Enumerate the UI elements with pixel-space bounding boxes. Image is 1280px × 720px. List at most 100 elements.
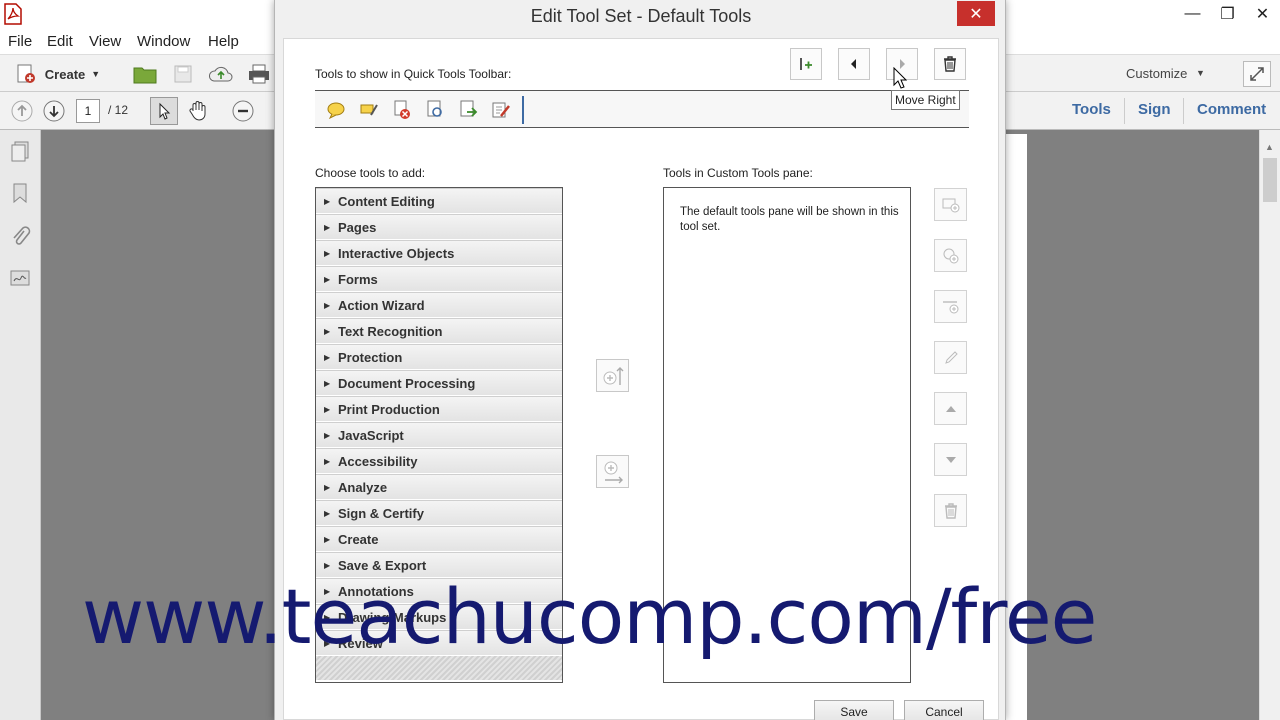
arrow-up-icon: [945, 405, 956, 412]
print-icon[interactable]: [245, 61, 273, 87]
menu-window[interactable]: Window: [137, 33, 190, 50]
category-sign-certify[interactable]: ▶ Sign & Certify: [316, 500, 562, 526]
tab-sign[interactable]: Sign: [1138, 101, 1171, 118]
bookmarks-icon[interactable]: [9, 182, 31, 204]
save-disk-icon[interactable]: [170, 61, 196, 87]
dialog-close-button[interactable]: ✕: [957, 1, 995, 26]
edit-text-icon[interactable]: [490, 100, 512, 120]
attachments-icon[interactable]: [9, 224, 31, 248]
scroll-up-icon[interactable]: ▲: [1265, 142, 1274, 152]
arrow-down-icon: [945, 456, 956, 463]
delete-quick-tool-button[interactable]: [934, 48, 966, 80]
customize-menu[interactable]: Customize: [1126, 66, 1187, 81]
category-pages[interactable]: ▶ Pages: [316, 214, 562, 240]
minimize-icon[interactable]: —: [1175, 0, 1210, 28]
category-analyze[interactable]: ▶ Analyze: [316, 474, 562, 500]
watermark-url: www.teachucomp.com/free: [82, 572, 1097, 661]
restore-icon[interactable]: ❐: [1210, 0, 1245, 28]
custom-pane-message: The default tools pane will be shown in …: [680, 206, 899, 233]
dialog-title: Edit Tool Set - Default Tools: [530, 6, 752, 26]
add-to-custom-pane-button[interactable]: [596, 455, 629, 488]
add-separator-button[interactable]: [790, 48, 822, 80]
category-forms[interactable]: ▶ Forms: [316, 266, 562, 292]
hand-tool-icon[interactable]: [184, 97, 212, 125]
prev-page-icon[interactable]: [9, 98, 35, 124]
expand-arrow-icon: ▶: [324, 248, 331, 258]
menu-file[interactable]: File: [8, 33, 32, 50]
highlight-text-icon[interactable]: [358, 100, 380, 120]
page-thumbnails-icon[interactable]: [9, 140, 31, 162]
zoom-out-icon[interactable]: [230, 98, 256, 124]
trash-disabled-icon: [944, 502, 957, 519]
choose-tools-label: Choose tools to add:: [315, 166, 426, 180]
scroll-thumb[interactable]: [1263, 158, 1277, 202]
expand-icon[interactable]: [1243, 61, 1271, 87]
menu-help[interactable]: Help: [208, 33, 239, 50]
expand-arrow-icon: ▶: [324, 352, 331, 362]
comment-sticky-note-icon[interactable]: [325, 100, 347, 120]
close-window-icon[interactable]: ✕: [1245, 0, 1280, 28]
replace-pages-icon[interactable]: [424, 100, 446, 120]
expand-arrow-icon: ▶: [324, 482, 331, 492]
signatures-icon[interactable]: [9, 268, 31, 288]
category-protection[interactable]: ▶ Protection: [316, 344, 562, 370]
category-label: Interactive Objects: [338, 245, 455, 261]
category-document-processing[interactable]: ▶ Document Processing: [316, 370, 562, 396]
extract-pages-icon[interactable]: [457, 100, 479, 120]
create-pdf-icon: [17, 64, 35, 83]
move-down-button[interactable]: [934, 443, 967, 476]
expand-arrow-icon: ▶: [324, 326, 331, 336]
expand-arrow-icon: ▶: [324, 196, 331, 206]
category-label: Document Processing: [338, 375, 476, 391]
tab-comment[interactable]: Comment: [1197, 101, 1266, 118]
save-button[interactable]: Save: [814, 700, 894, 720]
category-accessibility[interactable]: ▶ Accessibility: [316, 448, 562, 474]
add-right-icon: [604, 461, 623, 483]
category-content-editing[interactable]: ▶ Content Editing: [316, 188, 562, 214]
category-action-wizard[interactable]: ▶ Action Wizard: [316, 292, 562, 318]
add-tool-button[interactable]: [934, 239, 967, 272]
category-interactive-objects[interactable]: ▶ Interactive Objects: [316, 240, 562, 266]
rename-panel-button[interactable]: [934, 341, 967, 374]
chevron-down-icon: ▼: [91, 69, 101, 79]
page-total: / 12: [108, 103, 129, 117]
open-folder-icon[interactable]: [132, 61, 158, 87]
category-javascript[interactable]: ▶ JavaScript: [316, 422, 562, 448]
menu-view[interactable]: View: [89, 33, 121, 50]
delete-custom-tool-button[interactable]: [934, 494, 967, 527]
expand-arrow-icon: ▶: [324, 404, 331, 414]
cancel-button[interactable]: Cancel: [904, 700, 984, 720]
add-up-icon: [603, 366, 623, 385]
vertical-scrollbar[interactable]: ▲: [1259, 130, 1280, 720]
add-to-quick-tools-button[interactable]: [596, 359, 629, 392]
category-label: Print Production: [338, 401, 440, 417]
delete-pages-icon[interactable]: [391, 100, 413, 120]
add-divider-button[interactable]: [934, 290, 967, 323]
category-label: Protection: [338, 349, 403, 365]
insertion-caret: [522, 96, 524, 124]
category-text-recognition[interactable]: ▶ Text Recognition: [316, 318, 562, 344]
trash-icon: [944, 56, 956, 72]
category-label: Forms: [338, 271, 378, 287]
create-button[interactable]: Create ▼: [10, 61, 105, 87]
expand-arrow-icon: ▶: [324, 222, 331, 232]
category-create[interactable]: ▶ Create: [316, 526, 562, 552]
customize-chevron-icon[interactable]: ▼: [1196, 68, 1205, 78]
add-panel-button[interactable]: [934, 188, 967, 221]
add-tool-icon: [943, 248, 958, 263]
add-panel-icon: [942, 198, 959, 212]
expand-arrow-icon: ▶: [324, 456, 331, 466]
tab-tools[interactable]: Tools: [1072, 101, 1111, 118]
menu-edit[interactable]: Edit: [47, 33, 73, 50]
move-up-button[interactable]: [934, 392, 967, 425]
category-print-production[interactable]: ▶ Print Production: [316, 396, 562, 422]
select-tool-icon[interactable]: [150, 97, 178, 125]
mouse-cursor-icon: [893, 67, 907, 89]
expand-arrow-icon: ▶: [324, 378, 331, 388]
move-left-button[interactable]: [838, 48, 870, 80]
next-page-icon[interactable]: [41, 98, 67, 124]
cloud-upload-icon[interactable]: [207, 61, 235, 87]
category-label: JavaScript: [338, 427, 404, 443]
page-number-input[interactable]: 1: [76, 99, 100, 123]
expand-arrow-icon: ▶: [324, 534, 331, 544]
